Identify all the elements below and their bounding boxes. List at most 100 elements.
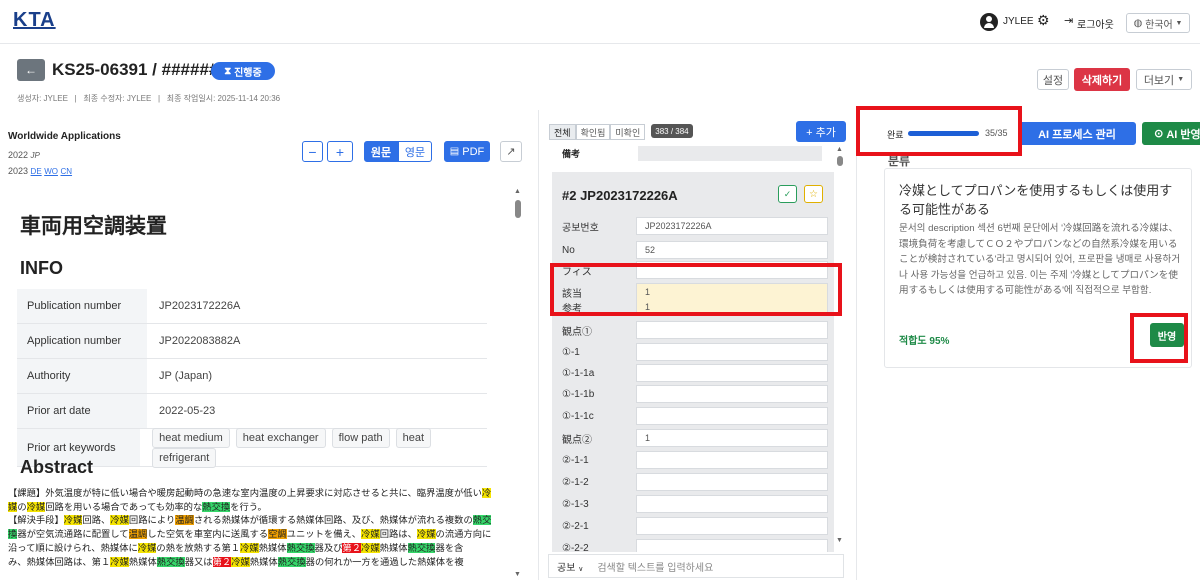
field-input[interactable]: 1	[636, 429, 828, 447]
field-label: ①-1-1c	[562, 410, 594, 422]
page-title: KS25-06391 / ######	[52, 60, 219, 79]
chevron-down-icon: ▼	[1177, 76, 1185, 83]
logo[interactable]: KTA	[13, 9, 56, 32]
scroll-thumb[interactable]	[515, 200, 521, 218]
back-button[interactable]: ←	[17, 59, 45, 81]
abstract-segment: の流通方向に	[435, 529, 492, 540]
abstract-highlight: 熱交換	[156, 556, 185, 567]
field-row: 観点①	[558, 320, 828, 340]
field-label: 参考	[562, 303, 582, 315]
field-input[interactable]	[636, 321, 828, 339]
delete-button[interactable]: 삭제하기	[1074, 68, 1130, 91]
scroll-thumb[interactable]	[837, 156, 843, 166]
abstract-segment: の熱を放熱する第１	[156, 542, 241, 553]
tab-unconfirmed[interactable]: 미확인	[610, 124, 646, 140]
field-input[interactable]	[636, 385, 828, 403]
abstract-highlight: 温調	[128, 529, 148, 540]
status-label: 진행중	[234, 67, 262, 79]
field-input[interactable]	[636, 539, 828, 552]
user-avatar-icon[interactable]	[980, 13, 998, 31]
field-input[interactable]	[636, 517, 828, 535]
status-badge: ⧗ 진행중	[211, 62, 275, 80]
splitter-left[interactable]	[538, 110, 539, 580]
language-select[interactable]: ◍ 한국어 ▼	[1126, 13, 1190, 33]
abstract-highlight: 熱交換	[277, 556, 306, 567]
family-year: 2023	[8, 166, 29, 176]
entry-card-title: #2 JP2023172226A	[562, 188, 678, 203]
zoom-out-button[interactable]: −	[302, 141, 323, 162]
search-input[interactable]: 검색할 텍스트를 입력하세요	[591, 559, 713, 574]
apply-button[interactable]: 반영	[1150, 323, 1184, 347]
abstract-segment: される熱媒体が循環する熱媒体回路、及び、熱媒体が流れる複数の	[193, 515, 473, 526]
field-input[interactable]	[636, 473, 828, 491]
field-input[interactable]: 52	[636, 241, 828, 259]
field-input[interactable]	[636, 407, 828, 425]
abstract-segment: 回路、	[82, 515, 111, 526]
globe-icon: ◍	[1133, 17, 1143, 29]
info-key: Publication number	[17, 289, 147, 323]
info-value: JP2023172226A	[159, 300, 241, 312]
field-input[interactable]	[636, 364, 828, 382]
settings-button[interactable]: 설정	[1037, 69, 1069, 90]
original-toggle[interactable]: 원문	[364, 141, 398, 162]
abstract-segment: 熱媒体	[128, 556, 157, 567]
field-label: 観点②	[562, 434, 592, 446]
field-input[interactable]	[636, 343, 828, 361]
ai-apply-button[interactable]: ⊙ AI 반영 설정	[1142, 122, 1200, 145]
right-panel: 완료 35/35 AI 프로세스 관리 ⊙ AI 반영 설정 분류 冷媒としてプ…	[870, 118, 1200, 580]
pdf-button[interactable]: ▤ PDF	[444, 141, 490, 162]
keyword-chip: refrigerant	[152, 447, 217, 468]
field-label: ②-1-1	[562, 454, 589, 466]
chevron-down-icon: ▼	[1175, 19, 1183, 27]
abstract-highlight: 空調	[268, 529, 287, 540]
family-link[interactable]: CN	[60, 167, 72, 176]
star-icon[interactable]: ☆	[804, 185, 823, 203]
tab-all[interactable]: 전체	[549, 124, 576, 140]
family-link[interactable]: JP	[31, 151, 40, 160]
zoom-in-button[interactable]: +	[327, 141, 353, 162]
keyword-chip: heat exchanger	[235, 427, 326, 448]
external-link-icon[interactable]: ↗	[500, 141, 522, 162]
ai-apply-label: AI 반영 설정	[1166, 128, 1200, 141]
family-link[interactable]: DE	[31, 167, 42, 176]
field-row: 参考 1	[558, 300, 828, 314]
logout-link[interactable]: 로그아웃	[1077, 16, 1114, 31]
splitter-right[interactable]	[856, 110, 857, 580]
abstract-segment: 回路は、	[379, 529, 417, 540]
family-link[interactable]: WO	[44, 167, 58, 176]
more-button[interactable]: 더보기 ▼	[1136, 69, 1192, 90]
tab-confirmed[interactable]: 확인됨	[575, 124, 611, 140]
abstract-highlight: 冷媒	[416, 529, 436, 540]
field-input[interactable]: JP2023172226A	[636, 217, 828, 235]
add-button[interactable]: + 추가	[796, 121, 846, 142]
logout-icon[interactable]: ⇥	[1064, 14, 1073, 27]
field-row: 該当 1	[558, 282, 828, 302]
abstract-segment: 【解決手段】	[8, 515, 64, 526]
filter-tabs: 전체 확인됨 미확인 383 / 384	[549, 124, 693, 140]
abstract-segment: 器の何れか一方を通過した熱媒体を複	[305, 556, 464, 567]
info-row: Prior art date 2022-05-23	[17, 394, 487, 429]
left-scrollbar[interactable]: ▲ ▼	[514, 188, 522, 578]
ai-process-button[interactable]: AI 프로세스 관리	[1018, 122, 1136, 145]
mid-scrollbar[interactable]: ▲ ▼	[836, 146, 844, 544]
field-input[interactable]	[636, 495, 828, 513]
progress-fill	[908, 131, 979, 136]
memo-field[interactable]	[638, 146, 822, 161]
abstract-segment: 回路により	[128, 515, 176, 526]
gear-icon[interactable]: ⚙	[1037, 12, 1050, 29]
abstract-highlight: 熱交換	[407, 542, 436, 553]
info-table: Publication number JP2023172226A Applicat…	[17, 289, 487, 468]
field-input[interactable]	[636, 451, 828, 469]
english-toggle[interactable]: 영문	[398, 141, 432, 162]
keyword-chip: heat	[395, 427, 432, 448]
search-scope-select[interactable]: 공보 ∨	[549, 559, 591, 574]
abstract-segment: 【課題】外気温度が特に低い場合や暖房起動時の急速な室内温度の上昇要求に対応させる…	[8, 488, 482, 498]
info-key: Authority	[17, 359, 147, 393]
check-icon[interactable]: ✓	[778, 185, 797, 203]
field-input[interactable]: 1	[636, 300, 828, 314]
field-input[interactable]: 1	[636, 283, 828, 301]
abstract-highlight: 温調	[175, 515, 194, 526]
field-label: フィス	[562, 266, 592, 278]
info-value: JP (Japan)	[159, 370, 212, 382]
field-input[interactable]	[636, 261, 828, 279]
